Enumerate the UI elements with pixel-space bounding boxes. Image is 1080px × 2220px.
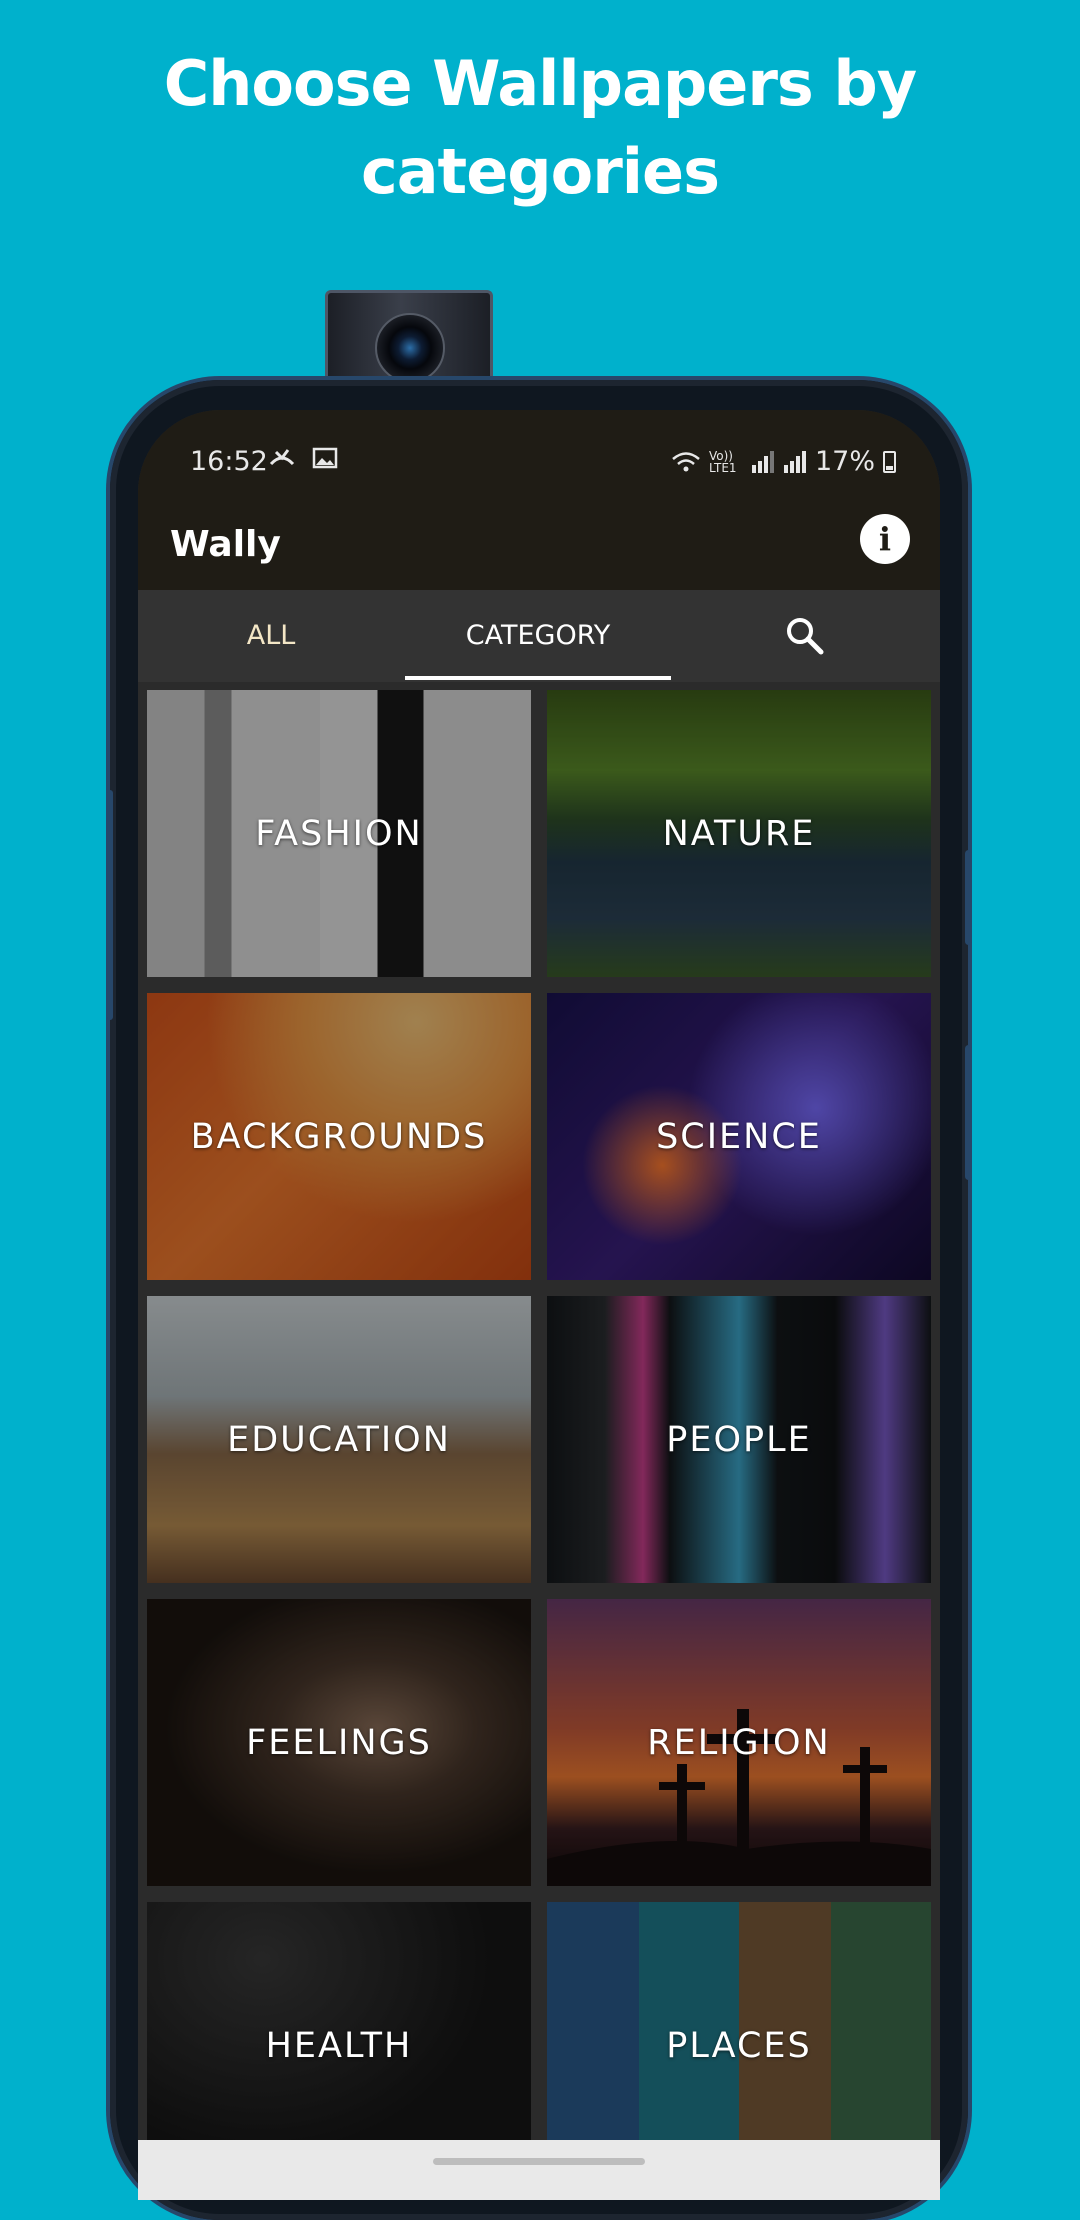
category-tile-people[interactable]: PEOPLE — [547, 1296, 931, 1583]
category-label: BACKGROUNDS — [190, 1116, 488, 1157]
category-label: PLACES — [666, 2025, 812, 2066]
battery-icon — [883, 450, 896, 473]
system-navigation-bar — [138, 2140, 940, 2200]
image-icon — [312, 447, 337, 469]
tab-bar: ALL CATEGORY — [138, 590, 940, 682]
category-tile-feelings[interactable]: FEELINGS — [147, 1599, 531, 1886]
category-tile-religion[interactable]: RELIGION — [547, 1599, 931, 1886]
missed-call-icon — [269, 449, 295, 466]
tab-category[interactable]: CATEGORY — [405, 590, 671, 682]
home-gesture-handle[interactable] — [433, 2158, 645, 2165]
category-label: PEOPLE — [666, 1419, 812, 1460]
category-label: SCIENCE — [656, 1116, 822, 1157]
category-tile-nature[interactable]: NATURE — [547, 690, 931, 977]
app-title: Wally — [170, 524, 281, 565]
promo-headline: Choose Wallpapers by categories — [0, 40, 1080, 216]
signal-icon-1 — [751, 450, 774, 473]
camera-lens-icon — [375, 313, 445, 383]
category-tile-science[interactable]: SCIENCE — [547, 993, 931, 1280]
volte-label: Vo)) LTE1 — [708, 448, 737, 475]
category-label: FASHION — [255, 813, 423, 854]
category-label: EDUCATION — [227, 1419, 451, 1460]
phone-volume-button — [965, 1045, 972, 1180]
phone-power-button — [965, 850, 972, 945]
status-time: 16:52 — [190, 446, 268, 477]
category-tile-education[interactable]: EDUCATION — [147, 1296, 531, 1583]
info-icon[interactable]: i — [860, 514, 910, 564]
category-tile-fashion[interactable]: FASHION — [147, 690, 531, 977]
category-label: NATURE — [662, 813, 816, 854]
wifi-icon — [672, 451, 700, 471]
category-label: FEELINGS — [246, 1722, 432, 1763]
status-right-icons: Vo)) LTE1 17% — [671, 446, 896, 477]
signal-icon-2 — [783, 450, 806, 473]
phone-screen: 16:52 Vo)) LTE1 17% Wally i ALL CATEGORY… — [138, 410, 940, 2200]
category-label: HEALTH — [265, 2025, 413, 2066]
search-icon — [787, 618, 824, 655]
popup-camera — [325, 290, 493, 390]
tab-all[interactable]: ALL — [138, 590, 404, 682]
category-tile-backgrounds[interactable]: BACKGROUNDS — [147, 993, 531, 1280]
app-bar: Wally i — [138, 510, 940, 590]
status-notification-icons — [268, 446, 338, 476]
tab-search[interactable] — [672, 590, 938, 682]
status-bar: 16:52 Vo)) LTE1 17% — [138, 410, 940, 510]
category-label: RELIGION — [647, 1722, 831, 1763]
category-grid: FASHION NATURE BACKGROUNDS SCIENCE EDUCA… — [147, 690, 931, 2189]
phone-side-button-left — [107, 790, 113, 1020]
headline-line-2: categories — [360, 135, 720, 208]
active-tab-indicator — [405, 676, 671, 680]
headline-line-1: Choose Wallpapers by — [163, 47, 917, 120]
battery-percent: 17% — [814, 446, 875, 477]
